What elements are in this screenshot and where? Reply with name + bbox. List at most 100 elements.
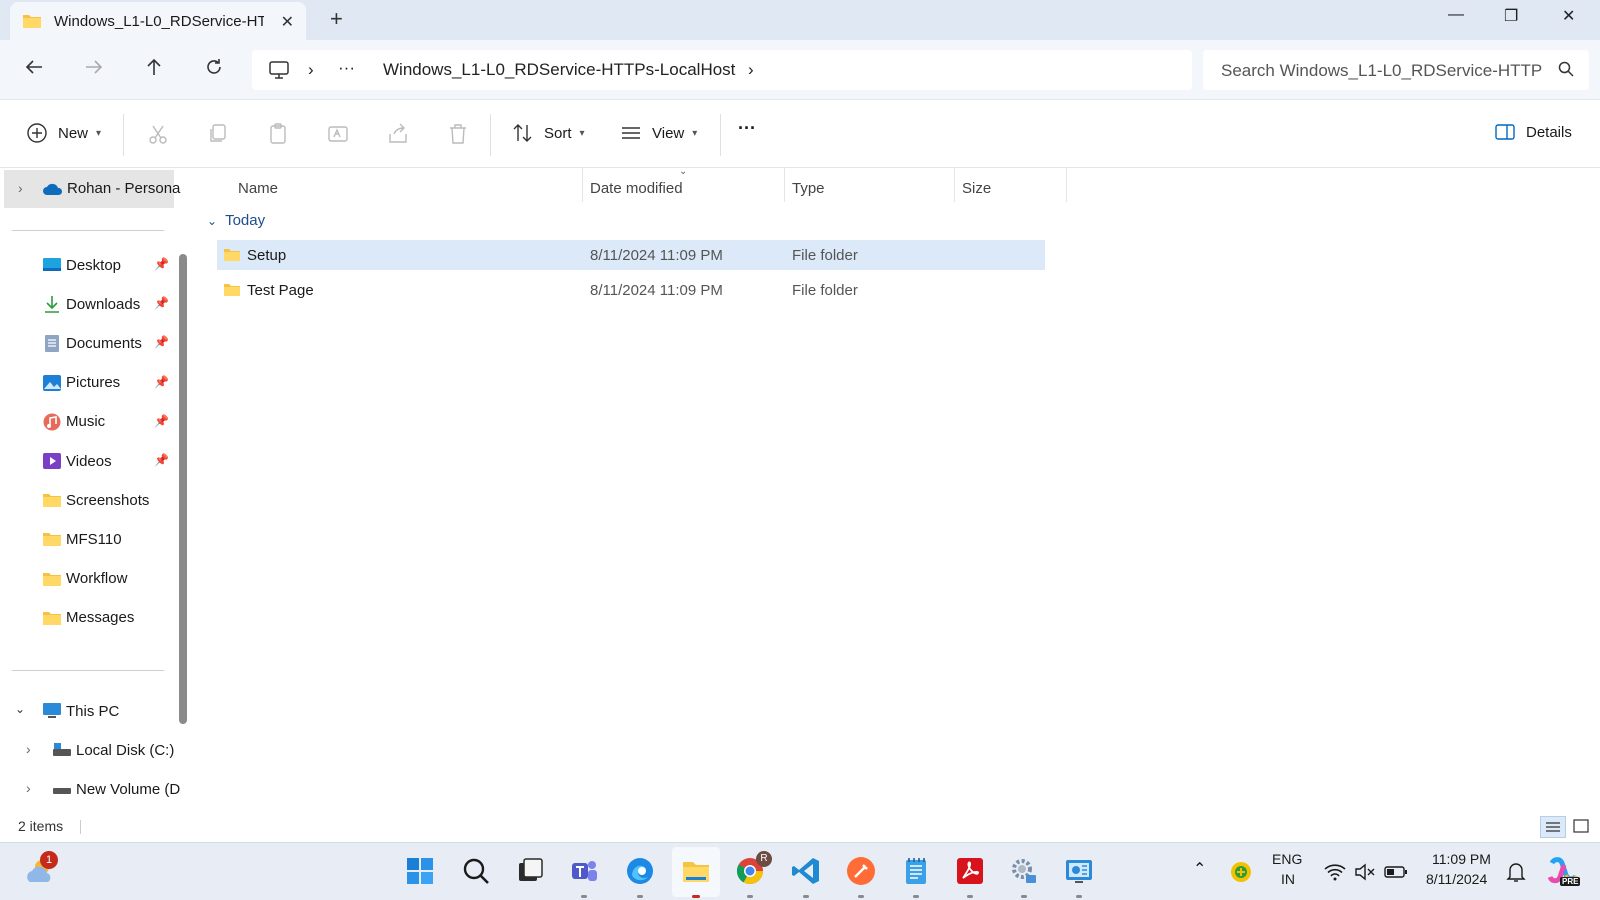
postman-icon[interactable]	[845, 855, 877, 887]
view-button[interactable]: View ▾	[620, 122, 697, 144]
column-divider[interactable]	[1066, 168, 1067, 202]
new-button[interactable]: New ▾	[26, 122, 101, 144]
pin-icon[interactable]: 📌	[154, 257, 169, 271]
column-header-name[interactable]: Name	[238, 180, 278, 197]
sidebar-item-music[interactable]: Music 📌	[0, 403, 180, 441]
nav-scrollbar[interactable]	[179, 254, 187, 724]
close-window-button[interactable]: ✕	[1562, 6, 1575, 26]
pin-icon[interactable]: 📌	[154, 414, 169, 428]
sort-button[interactable]: Sort ▾	[512, 122, 585, 144]
edge-icon[interactable]	[624, 855, 656, 887]
chevron-down-icon[interactable]: ⌄	[15, 702, 25, 716]
monitor-app-icon[interactable]	[1063, 855, 1095, 887]
sidebar-item-videos[interactable]: Videos 📌	[0, 442, 180, 480]
table-row[interactable]: Setup 8/11/2024 11:09 PM File folder	[217, 240, 1045, 270]
column-divider[interactable]	[954, 168, 955, 202]
search-input[interactable]: Search Windows_L1-L0_RDService-HTTP	[1221, 61, 1542, 81]
minimize-button[interactable]: —	[1448, 6, 1464, 24]
tab-active[interactable]: Windows_L1-L0_RDService-HT ✕	[10, 2, 306, 40]
sidebar-item-mfs110[interactable]: MFS110	[0, 520, 180, 558]
delete-icon[interactable]	[446, 122, 470, 146]
navigation-pane: › Rohan - Persona Desktop 📌 Downloads 📌 Docu…	[0, 168, 195, 812]
command-bar: New ▾ Sort ▾ View ▾ ··· Details	[0, 100, 1600, 168]
nav-item-local-disk[interactable]: › Local Disk (C:)	[0, 731, 180, 769]
pin-icon[interactable]: 📌	[154, 375, 169, 389]
up-button[interactable]	[144, 57, 164, 81]
refresh-button[interactable]	[204, 57, 224, 81]
table-row[interactable]: Test Page 8/11/2024 11:09 PM File folder	[217, 275, 1045, 305]
forward-button[interactable]	[84, 57, 104, 81]
rename-icon[interactable]	[326, 122, 350, 146]
back-button[interactable]	[24, 57, 44, 81]
breadcrumb-chevron-icon[interactable]: ›	[308, 60, 314, 80]
sidebar-item-label: Workflow	[66, 570, 128, 588]
nav-item-this-pc[interactable]: ⌄ This PC	[0, 692, 180, 730]
clock-time[interactable]: 11:09 PM	[1432, 851, 1491, 867]
file-date-modified: 8/11/2024 11:09 PM	[590, 282, 723, 299]
clock-date[interactable]: 8/11/2024	[1426, 871, 1487, 887]
notepad-icon[interactable]	[900, 855, 932, 887]
breadcrumb-overflow-button[interactable]: ···	[338, 58, 355, 78]
notification-bell-icon[interactable]	[1506, 861, 1526, 883]
start-icon[interactable]	[404, 855, 436, 887]
paste-icon[interactable]	[266, 122, 290, 146]
weather-badge: 1	[40, 851, 58, 869]
file-explorer-icon[interactable]	[680, 855, 712, 887]
chevron-right-icon[interactable]: ›	[18, 180, 23, 196]
chevron-right-icon[interactable]: ›	[26, 780, 31, 796]
sidebar-item-pictures[interactable]: Pictures 📌	[0, 364, 180, 402]
acrobat-icon[interactable]	[954, 855, 986, 887]
nav-item-onedrive[interactable]: › Rohan - Persona	[4, 170, 180, 208]
teams-icon[interactable]	[568, 855, 600, 887]
folder-icon	[224, 249, 240, 261]
pin-icon[interactable]: 📌	[154, 335, 169, 349]
battery-icon[interactable]	[1384, 863, 1408, 881]
tray-app-icon[interactable]	[1230, 861, 1252, 883]
restore-button[interactable]: ❐	[1504, 6, 1518, 26]
copy-icon[interactable]	[206, 122, 230, 146]
breadcrumb-current-folder[interactable]: Windows_L1-L0_RDService-HTTPs-LocalHost	[383, 60, 735, 80]
sidebar-item-workflow[interactable]: Workflow	[0, 560, 180, 598]
sidebar-item-documents[interactable]: Documents 📌	[0, 324, 180, 362]
cut-icon[interactable]	[146, 122, 170, 146]
item-count: 2 items	[18, 818, 64, 834]
wifi-icon[interactable]	[1324, 863, 1346, 881]
show-hidden-icons-button[interactable]: ⌃	[1193, 859, 1206, 879]
tab-close-icon[interactable]: ✕	[281, 12, 294, 32]
sidebar-item-desktop[interactable]: Desktop 📌	[0, 246, 180, 284]
details-button[interactable]: Details	[1494, 122, 1572, 142]
file-name: Setup	[247, 247, 287, 264]
share-icon[interactable]	[386, 122, 410, 146]
tiles-view-icon	[1573, 819, 1589, 833]
sidebar-item-downloads[interactable]: Downloads 📌	[0, 285, 180, 323]
language-code[interactable]: ENG	[1272, 851, 1302, 867]
task-view-icon[interactable]	[514, 855, 546, 887]
language-region[interactable]: IN	[1281, 871, 1295, 887]
tiles-view-button[interactable]	[1568, 816, 1594, 838]
column-header-size[interactable]: Size	[962, 180, 991, 197]
column-divider[interactable]	[784, 168, 785, 202]
column-header-date-modified[interactable]: Date modified	[590, 180, 683, 197]
gear-app-icon[interactable]	[1008, 855, 1040, 887]
pin-icon[interactable]: 📌	[154, 296, 169, 310]
sidebar-item-messages[interactable]: Messages	[0, 599, 180, 637]
taskbar-search-icon[interactable]	[460, 855, 492, 887]
new-tab-button[interactable]: +	[330, 8, 343, 30]
sidebar-item-screenshots[interactable]: Screenshots	[0, 481, 180, 519]
volume-muted-icon[interactable]	[1354, 863, 1376, 881]
group-header-today[interactable]: ⌄ Today	[207, 212, 265, 229]
pin-icon[interactable]: 📌	[154, 453, 169, 467]
breadcrumb-chevron-icon[interactable]: ›	[748, 60, 754, 80]
more-options-button[interactable]: ···	[738, 118, 756, 139]
vscode-icon[interactable]	[790, 855, 822, 887]
chevron-right-icon[interactable]: ›	[26, 741, 31, 757]
address-bar[interactable]: › ··· Windows_L1-L0_RDService-HTTPs-Loca…	[252, 50, 1192, 90]
details-view-button[interactable]	[1540, 816, 1566, 838]
list-view-icon	[1546, 822, 1560, 832]
sidebar-item-label: Pictures	[66, 374, 121, 392]
nav-item-new-volume[interactable]: › New Volume (D	[0, 770, 180, 808]
column-header-type[interactable]: Type	[792, 180, 825, 197]
toolbar-divider	[720, 114, 721, 156]
search-box[interactable]: Search Windows_L1-L0_RDService-HTTP	[1203, 50, 1589, 90]
column-divider[interactable]	[582, 168, 583, 202]
